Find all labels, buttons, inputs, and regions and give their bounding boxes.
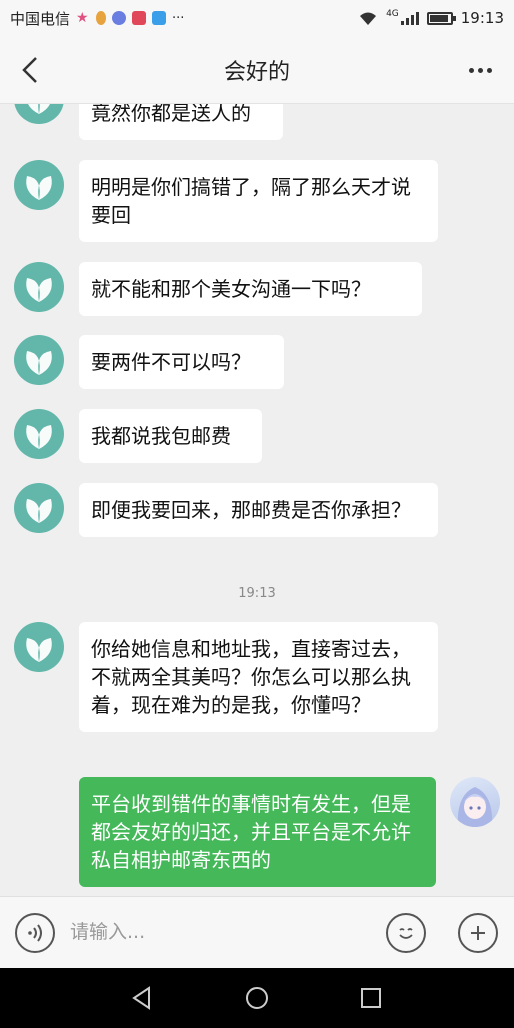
dot-icon (486, 67, 492, 73)
chevron-left-icon (22, 57, 37, 83)
status-time: 19:13 (460, 9, 504, 27)
add-attachment-button[interactable] (458, 913, 498, 953)
contact-avatar[interactable] (14, 409, 64, 459)
outgoing-message-bubble[interactable]: 平台收到错件的事情时有发生，但是都会友好的归还，并且平台是不允许私自相护邮寄东西… (79, 777, 436, 887)
nav-home-button[interactable] (239, 980, 275, 1016)
star-app-icon: ★ (76, 10, 89, 26)
user-avatar[interactable] (450, 777, 500, 827)
contact-avatar[interactable] (14, 622, 64, 672)
wifi-icon (360, 12, 377, 25)
shield-app-icon (152, 11, 167, 25)
triangle-back-icon (132, 986, 150, 1010)
message-input[interactable] (70, 915, 370, 949)
incoming-message-bubble[interactable]: 竟然你都是送人的 (79, 104, 283, 140)
contact-avatar[interactable] (14, 160, 64, 210)
contact-avatar[interactable] (14, 335, 64, 385)
contact-avatar[interactable] (14, 483, 64, 533)
carrier-label: 中国电信 (10, 9, 71, 28)
message-input-bar (0, 896, 514, 968)
incoming-message-bubble[interactable]: 你给她信息和地址我，直接寄过去，不就两全其美吗？你怎么可以那么执着，现在难为的是… (79, 622, 438, 732)
incoming-message-bubble[interactable]: 要两件不可以吗？ (79, 335, 284, 389)
nav-recents-button[interactable] (353, 980, 389, 1016)
incoming-message-bubble[interactable]: 即便我要回来，那邮费是否你承担？ (79, 483, 438, 537)
leaf-icon (28, 104, 50, 114)
chat-title: 会好的 (223, 59, 290, 85)
more-notifications-icon: ··· (172, 10, 185, 26)
smiley-icon (399, 928, 413, 939)
chat-header: 会好的 (0, 36, 514, 104)
incoming-message-bubble[interactable]: 我都说我包邮费 (79, 409, 262, 463)
message-list[interactable]: 竟然你都是送人的 明明是你们搞错了，隔了那么天才说要回 就不能和那个美女沟通一下… (0, 104, 514, 896)
incoming-message-bubble[interactable]: 就不能和那个美女沟通一下吗？ (79, 262, 422, 316)
back-button[interactable] (10, 50, 50, 90)
dot-icon (477, 67, 483, 73)
leaf-icon (26, 278, 52, 302)
nav-back-button[interactable] (124, 980, 160, 1016)
signal-icon (400, 11, 419, 25)
photo-app-icon (132, 11, 147, 25)
message-timestamp: 19:13 (238, 586, 276, 601)
voice-wave-icon (28, 924, 42, 942)
contact-avatar[interactable] (14, 104, 64, 124)
battery-icon (426, 11, 456, 25)
leaf-icon (26, 176, 52, 200)
anime-avatar-icon (457, 787, 493, 827)
incoming-message-bubble[interactable]: 明明是你们搞错了，隔了那么天才说要回 (79, 160, 438, 242)
music-app-icon (112, 11, 127, 25)
dot-icon (468, 67, 474, 73)
circle-home-icon (246, 987, 268, 1009)
voice-input-button[interactable] (15, 913, 55, 953)
leaf-icon (26, 499, 52, 523)
system-navigation-bar (0, 968, 514, 1028)
more-options-button[interactable] (460, 50, 500, 90)
leaf-icon (26, 425, 52, 449)
network-type-label: 4G (386, 9, 399, 19)
contact-avatar[interactable] (14, 262, 64, 312)
square-recents-icon (361, 988, 381, 1008)
leaf-icon (26, 351, 52, 375)
plus-icon (471, 926, 485, 940)
status-bar: 中国电信 ★ ··· 4G 19:13 (0, 0, 514, 36)
emoji-button[interactable] (386, 913, 426, 953)
app-notification-icon (96, 11, 107, 25)
leaf-icon (26, 638, 52, 662)
